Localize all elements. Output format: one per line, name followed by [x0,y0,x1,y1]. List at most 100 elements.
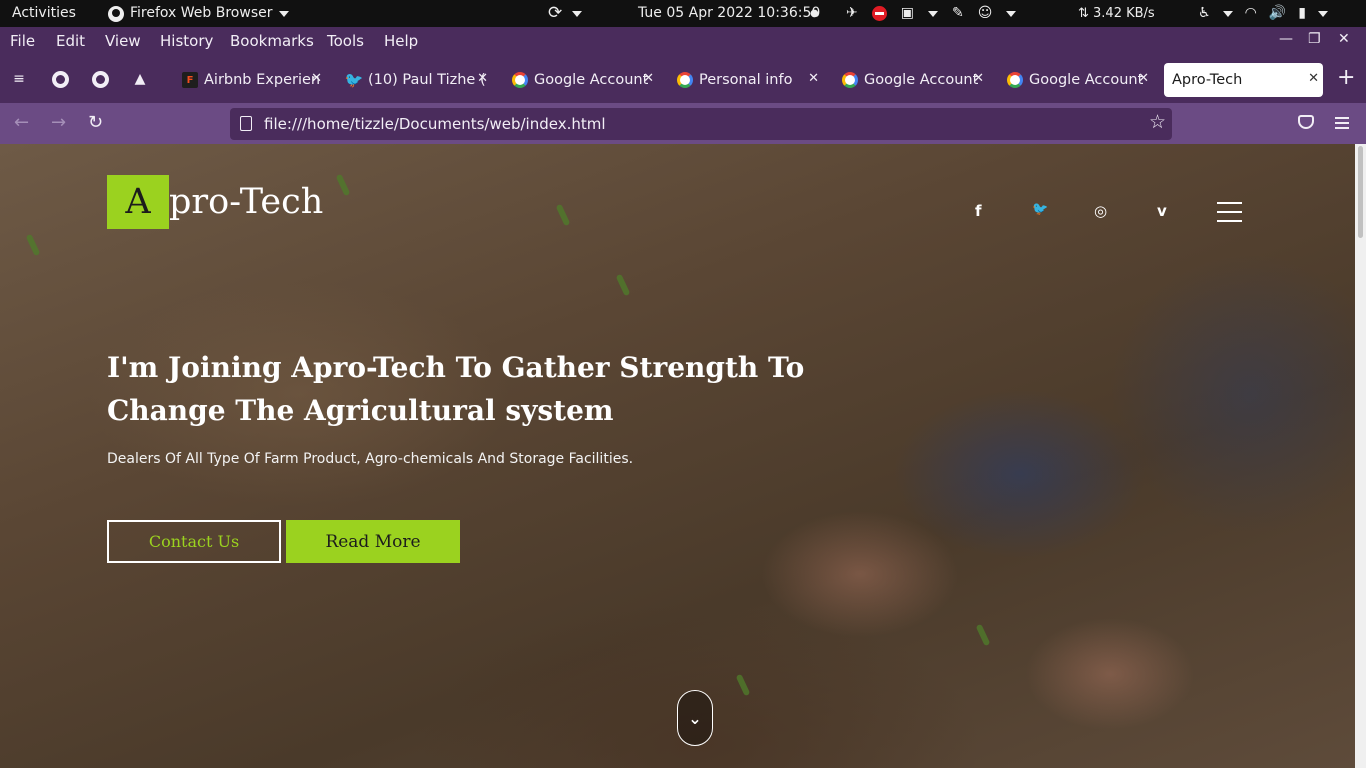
forward-arrow-icon[interactable]: → [51,113,66,133]
system-menu[interactable]: ♿ ◠ 🔊 ▮ [1198,0,1328,27]
triangle-icon: ▲ [134,71,146,87]
menu-help[interactable]: Help [384,32,418,50]
menu-edit[interactable]: Edit [56,32,85,50]
facebook-icon[interactable]: f [975,202,982,220]
activities-button[interactable]: Activities [12,0,76,27]
maximize-icon[interactable]: ❐ [1308,31,1321,47]
sync-indicator[interactable]: ⟳ [548,0,583,27]
chevron-down-icon: ⌄ [688,708,702,728]
tab-title: Google Account [1029,72,1144,88]
close-tab-icon[interactable]: ✕ [973,71,984,86]
page-scrollbar[interactable] [1355,144,1366,768]
google-icon [512,72,528,88]
volume-icon: 🔊 [1268,5,1287,21]
address-bar[interactable]: file:///home/tizzle/Documents/web/index.… [230,108,1172,140]
twitter-icon[interactable]: 🐦 [1032,202,1048,217]
sync-icon: ⟳ [548,3,563,23]
scrollbar-thumb[interactable] [1358,146,1363,238]
pocket-icon[interactable] [1298,115,1314,129]
decorative-sprout [975,623,991,647]
chevron-down-icon [1222,10,1233,17]
close-tab-icon[interactable]: ✕ [1138,71,1149,86]
figma-icon: F [182,72,198,88]
decorative-sprout [25,233,41,257]
app-icon: ≡ [13,71,25,87]
url-text[interactable]: file:///home/tizzle/Documents/web/index.… [264,115,606,133]
tab-title: Airbnb Experien [204,72,321,88]
minimize-icon[interactable]: — [1279,31,1293,47]
hero-title: I'm Joining Apro-Tech To Gather Strength… [107,351,805,427]
pen-icon[interactable]: ✎ [952,0,964,27]
menu-toggle-icon[interactable] [1217,202,1242,229]
contact-us-button[interactable]: Contact Us [107,520,281,563]
battery-icon: ▮ [1298,5,1306,21]
google-icon [842,72,858,88]
network-speed: ⇅ 3.42 KB/s [1078,6,1155,21]
wifi-icon: ◠ [1244,5,1257,21]
tab-google-account-1[interactable]: Google Account ✕ [504,63,658,97]
back-arrow-icon[interactable]: ← [14,113,29,133]
tab-apro-tech[interactable]: Apro-Tech ✕ [1164,63,1323,97]
indicator-tray: ✈ ▣ ✎ ☺ [846,0,1017,27]
close-icon[interactable]: ✕ [1338,31,1350,47]
clock[interactable]: Tue 05 Apr 2022 10:36:50 [638,0,820,27]
chevron-down-icon [1317,10,1328,17]
tab-google-account-2[interactable]: Google Account ✕ [834,63,988,97]
menu-history[interactable]: History [160,32,213,50]
chevron-down-icon [927,10,938,17]
tab-title: Apro-Tech [1172,72,1243,88]
google-icon [1007,72,1023,88]
tab-google-account-3[interactable]: Google Account ✕ [999,63,1153,97]
tab-title: Google Account [864,72,979,88]
app-name: Firefox Web Browser [130,5,273,21]
new-tab-icon[interactable]: + [1337,67,1355,89]
chevron-down-icon [278,10,289,17]
app-menu-icon[interactable] [1335,117,1349,132]
vimeo-icon[interactable]: v [1157,202,1167,220]
accessibility-icon[interactable]: ♿ [1198,0,1211,27]
menu-file[interactable]: File [10,32,35,50]
tab-twitter[interactable]: 🐦 (10) Paul Tizhe ( ✕ [338,63,492,97]
tab-title: (10) Paul Tizhe ( [368,72,486,88]
close-tab-icon[interactable]: ✕ [1308,71,1319,86]
notification-dot-icon: ● [810,8,819,19]
pinned-tab-vercel[interactable]: ▲ [131,70,149,88]
menu-tools[interactable]: Tools [327,32,364,50]
close-tab-icon[interactable]: ✕ [808,71,819,86]
screen-icon[interactable]: ▣ [901,0,914,27]
navigation-toolbar: ← → ↻ file:///home/tizzle/Documents/web/… [0,103,1366,144]
tab-personal-info[interactable]: Personal info ✕ [669,63,823,97]
decorative-sprout [735,673,751,697]
logo-mark: A [107,175,169,229]
hero-subtitle: Dealers Of All Type Of Farm Product, Agr… [107,451,634,467]
github-icon [51,70,69,88]
app-menu[interactable]: Firefox Web Browser [108,0,289,27]
menu-view[interactable]: View [105,32,141,50]
reload-icon[interactable]: ↻ [88,113,103,133]
read-more-button[interactable]: Read More [286,520,460,563]
close-tab-icon[interactable]: ✕ [643,71,654,86]
pinned-tab-1[interactable]: ≡ [10,70,28,88]
firefox-icon [108,5,124,22]
decorative-sprout [335,173,351,197]
emoji-icon[interactable]: ☺ [978,0,993,27]
pinned-tab-github-1[interactable] [51,70,69,88]
dribbble-icon[interactable]: ◎ [1094,202,1107,220]
do-not-disturb-icon[interactable] [871,6,887,21]
close-tab-icon[interactable]: ✕ [477,71,488,86]
scroll-down-button[interactable]: ⌄ [677,690,713,746]
decorative-sprout [555,203,571,227]
close-tab-icon[interactable]: ✕ [311,71,322,86]
page-icon [240,116,252,131]
pinned-tab-github-2[interactable] [91,70,109,88]
twitter-icon: 🐦 [344,71,364,89]
site-logo[interactable]: A pro-Tech [107,175,323,229]
tab-airbnb[interactable]: F Airbnb Experien ✕ [174,63,326,97]
bookmark-star-icon[interactable]: ☆ [1149,111,1166,133]
chevron-down-icon [1006,10,1017,17]
menu-bookmarks[interactable]: Bookmarks [230,32,314,50]
menu-bar: File Edit View History Bookmarks Tools H… [0,27,1366,55]
extension-icon[interactable]: ✈ [846,0,858,27]
tab-title: Personal info [699,72,793,88]
google-icon [677,72,693,88]
